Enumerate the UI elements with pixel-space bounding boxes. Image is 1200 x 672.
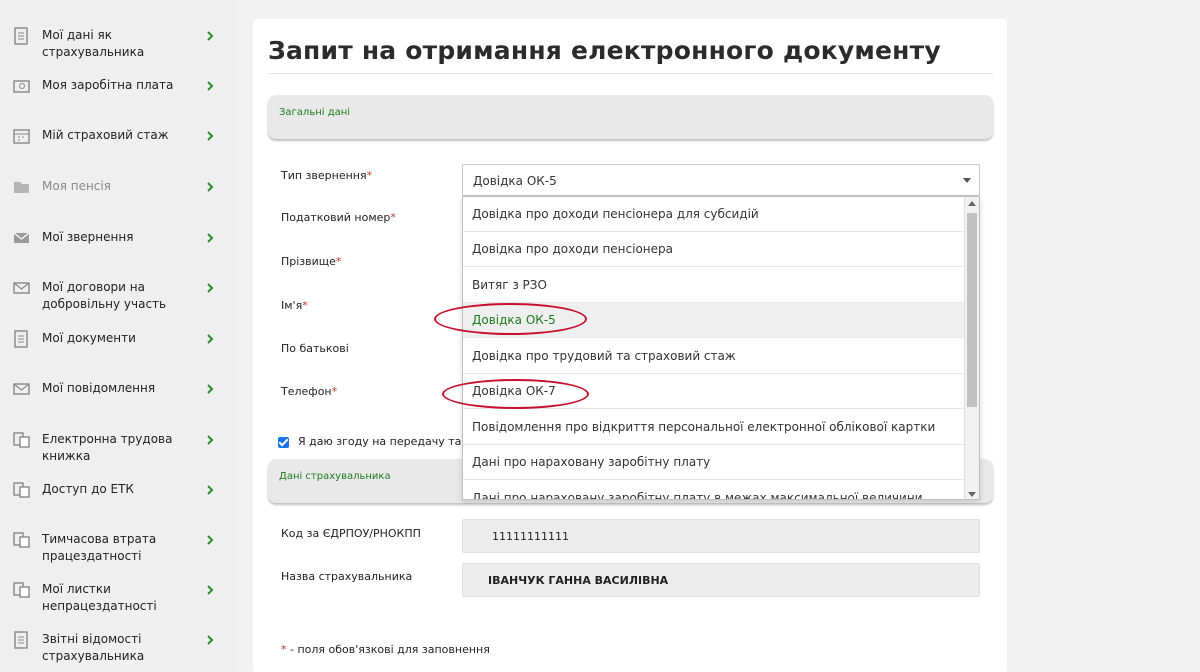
sidebar-item-insurance-record[interactable]: Мій страховий стаж (0, 126, 236, 156)
chevron-right-icon (207, 585, 214, 595)
insurer-name-field: ІВАНЧУК ГАННА ВАСИЛІВНА (462, 563, 980, 597)
envelope-icon (13, 232, 30, 243)
section-title: Загальні дані (279, 107, 351, 118)
folder-icon (14, 182, 29, 193)
wallet-icon (13, 80, 30, 93)
sidebar-item-label: Тимчасова втрата працездатності (42, 532, 157, 563)
sidebar-item-sick-sheets[interactable]: Мої листки непрацездатності (0, 580, 236, 618)
chevron-right-icon (207, 131, 214, 141)
request-form-card: Запит на отримання електронного документ… (253, 19, 1007, 672)
request-type-dropdown: Довідка про доходи пенсіонера для субсид… (462, 196, 980, 500)
sidebar-item-etk-access[interactable]: Доступ до ЕТК (0, 480, 236, 510)
dropdown-option[interactable]: Повідомлення про відкриття персональної … (463, 410, 966, 445)
dropdown-option[interactable]: Довідка про доходи пенсіонера (463, 232, 966, 267)
access-icon (13, 482, 30, 498)
patronymic-label: По батькові (281, 342, 349, 355)
sidebar-item-voluntary-contracts[interactable]: Мої договори на добровільну участь (0, 278, 236, 316)
message-icon (13, 383, 30, 395)
sidebar-item-messages[interactable]: Мої повідомлення (0, 379, 236, 409)
chevron-right-icon (207, 182, 214, 192)
chevron-right-icon (207, 384, 214, 394)
sidebar-item-label: Мої звернення (42, 230, 134, 244)
edrpou-label: Код за ЄДРПОУ/РНОКПП (281, 527, 421, 540)
dropdown-option-selected[interactable]: Довідка ОК-5 (463, 303, 966, 338)
sidebar-item-label: Електронна трудова книжка (42, 432, 173, 463)
sidebar-item-documents[interactable]: Мої документи (0, 329, 236, 359)
envelope-open-icon (13, 282, 30, 294)
sidebar-item-label: Мої дані як страхувальника (42, 28, 145, 59)
dropdown-option[interactable]: Довідка про трудовий та страховий стаж (463, 339, 966, 374)
phone-label: Телефон* (281, 385, 338, 398)
insurer-name-value: ІВАНЧУК ГАННА ВАСИЛІВНА (488, 574, 669, 587)
sidebar-item-label: Мій страховий стаж (42, 128, 169, 142)
sidebar-item-salary[interactable]: Моя заробітна плата (0, 76, 236, 106)
sidebar-item-label: Мої листки непрацездатності (42, 582, 157, 613)
edrpou-value: 11111111111 (492, 530, 569, 543)
dropdown-option[interactable]: Довідка ОК-7 (463, 374, 966, 409)
section-title: Дані страхувальника (279, 471, 391, 482)
chevron-right-icon (207, 31, 214, 41)
sidebar-item-appeals[interactable]: Мої звернення (0, 228, 236, 258)
sick-leave-icon (13, 532, 30, 548)
dropdown-option[interactable]: Довідка про доходи пенсіонера для субсид… (463, 197, 966, 232)
sidebar-item-temporary-disability[interactable]: Тимчасова втрата працездатності (0, 530, 236, 568)
dropdown-scrollbar[interactable] (964, 197, 979, 499)
chevron-right-icon (207, 233, 214, 243)
sidebar-item-label: Моя пенсія (42, 179, 111, 193)
chevron-right-icon (207, 535, 214, 545)
title-divider (268, 73, 993, 74)
scroll-down-icon[interactable] (968, 492, 976, 497)
chevron-right-icon (207, 81, 214, 91)
sidebar: Мої дані як страхувальника Моя заробітна… (0, 0, 236, 672)
calendar-icon (13, 129, 30, 144)
chevron-right-icon (207, 485, 214, 495)
sidebar-item-label: Доступ до ЕТК (42, 482, 134, 496)
document-list-icon (14, 27, 28, 45)
sidebar-item-label: Моя заробітна плата (42, 78, 174, 92)
chevron-right-icon (207, 435, 214, 445)
chevron-right-icon (207, 334, 214, 344)
dropdown-option[interactable]: Дані про нараховану заробітну плату в ме… (463, 481, 966, 499)
chevron-right-icon (207, 283, 214, 293)
chevron-down-icon (963, 178, 971, 183)
document-icon (14, 330, 28, 348)
dropdown-option[interactable]: Витяг з РЗО (463, 268, 966, 303)
sidebar-item-insurer-data[interactable]: Мої дані як страхувальника (0, 26, 236, 59)
consent-checkbox[interactable] (278, 437, 289, 448)
select-value: Довідка ОК-5 (473, 174, 557, 188)
dropdown-option[interactable]: Дані про нараховану заробітну плату (463, 445, 966, 480)
scrollbar-thumb[interactable] (967, 213, 977, 407)
surname-label: Прізвище* (281, 255, 342, 268)
request-type-select[interactable]: Довідка ОК-5 (462, 164, 980, 196)
chevron-right-icon (207, 635, 214, 645)
sidebar-item-label: Звітні відомості страхувальника (42, 632, 145, 663)
page-title: Запит на отримання електронного документ… (268, 36, 941, 65)
general-data-section: Загальні дані (268, 95, 993, 139)
tax-number-label: Податковий номер* (281, 211, 396, 224)
sidebar-item-label: Мої договори на добровільну участь (42, 280, 167, 311)
edrpou-field: 11111111111 (462, 519, 980, 553)
sheets-icon (13, 582, 30, 598)
insurer-name-label: Назва страхувальника (281, 570, 413, 583)
workbook-icon (13, 432, 30, 448)
report-icon (14, 631, 28, 649)
sidebar-item-insurer-reports[interactable]: Звітні відомості страхувальника (0, 630, 236, 668)
name-label: Ім'я* (281, 299, 308, 312)
consent-text: Я даю згоду на передачу та об (298, 435, 479, 448)
sidebar-item-label: Мої документи (42, 331, 136, 345)
required-fields-note: * - поля обов'язкові для заповнення (281, 643, 490, 656)
sidebar-item-pension[interactable]: Моя пенсія (0, 177, 236, 207)
request-type-label: Тип звернення* (281, 169, 373, 182)
sidebar-item-e-workbook[interactable]: Електронна трудова книжка (0, 430, 236, 463)
sidebar-item-label: Мої повідомлення (42, 381, 156, 395)
scroll-up-icon[interactable] (968, 201, 976, 206)
